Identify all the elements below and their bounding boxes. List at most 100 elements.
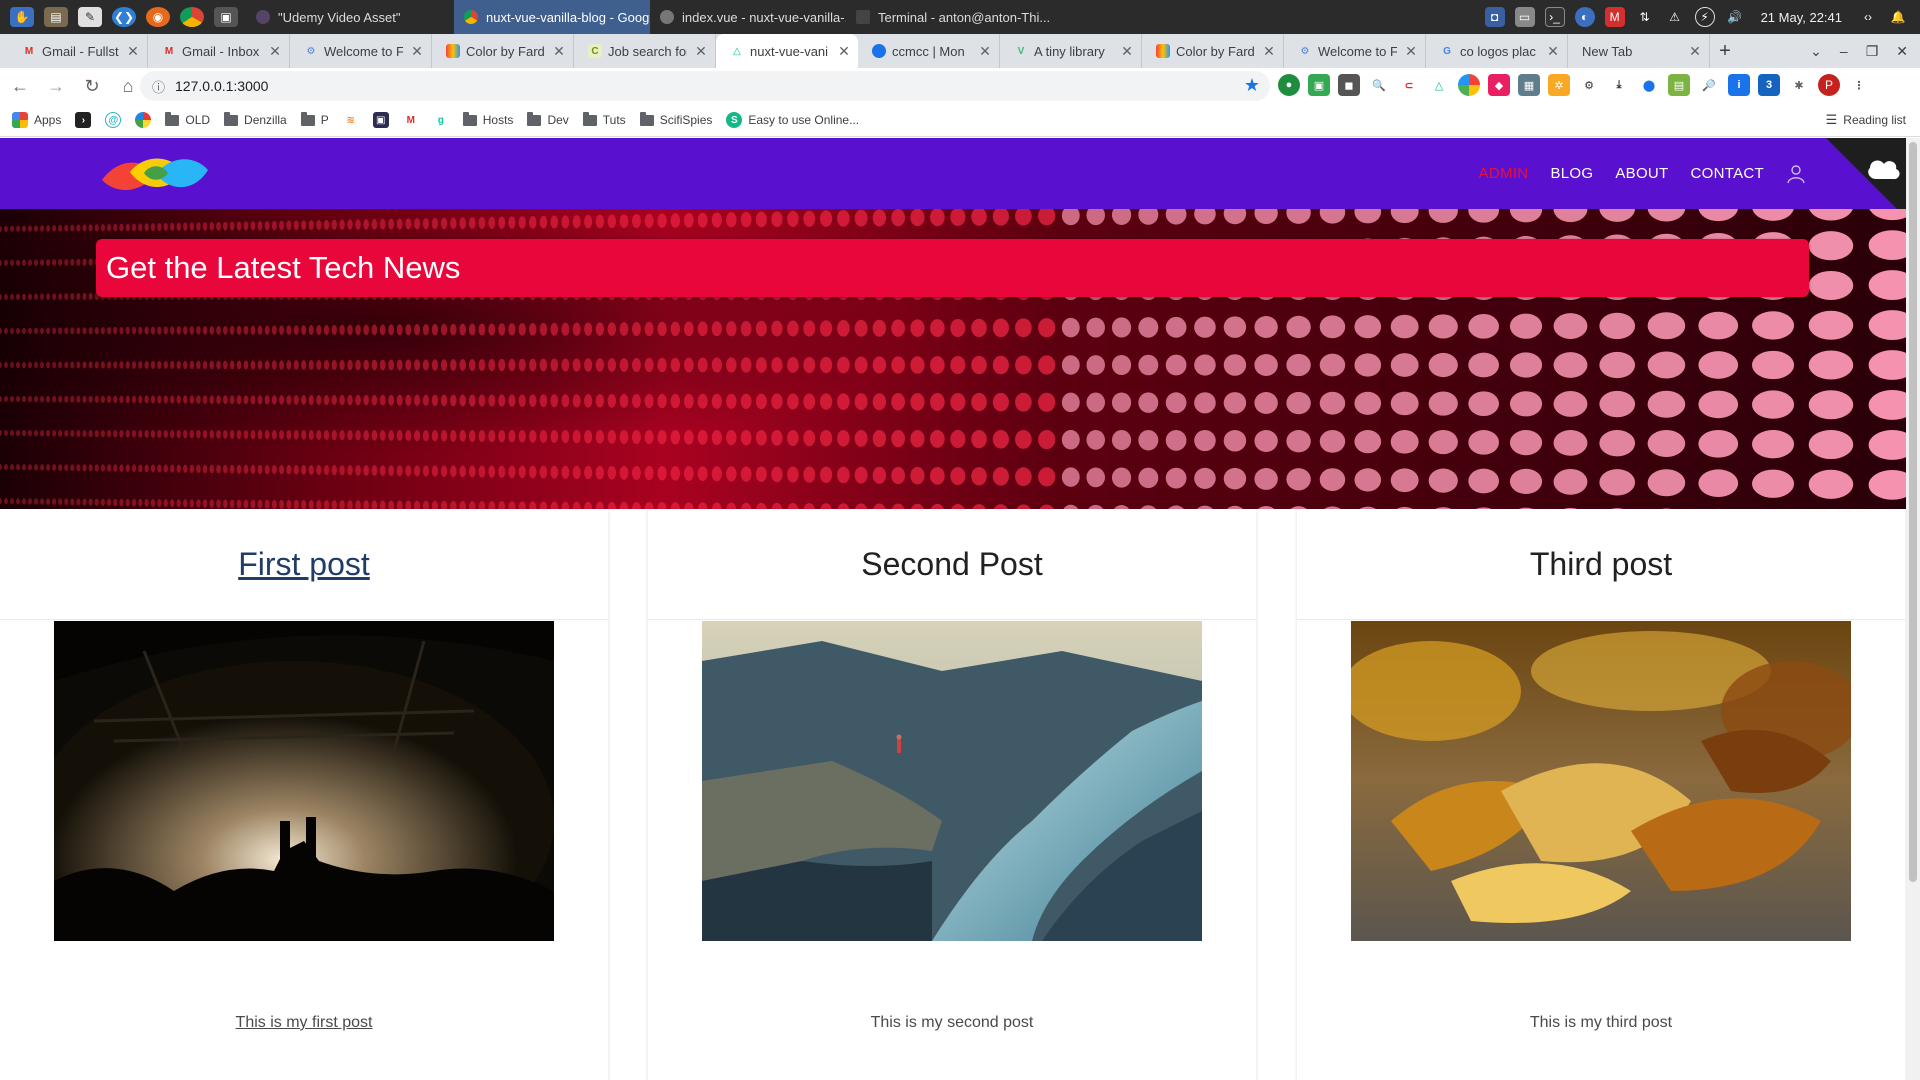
post-card[interactable]: First post This is my first post: [0, 509, 608, 1080]
tab-co-logos[interactable]: G co logos plac ✕: [1426, 34, 1568, 68]
corner-ribbon[interactable]: [1826, 138, 1906, 218]
extensions-puzzle-icon[interactable]: ✱: [1788, 74, 1810, 96]
extension-magnifier-icon[interactable]: 🔎: [1698, 74, 1720, 96]
post-thumbnail[interactable]: [702, 621, 1202, 941]
address-bar[interactable]: ⓘ 127.0.0.1:3000 ★: [140, 71, 1270, 101]
extension-off-icon[interactable]: ◼: [1338, 74, 1360, 96]
power-icon[interactable]: ⚡: [1694, 7, 1715, 27]
post-title[interactable]: Third post: [1297, 509, 1905, 620]
extension-info-icon[interactable]: i: [1728, 74, 1750, 96]
badge-icon[interactable]: ▣: [372, 112, 389, 128]
extension-gear-icon[interactable]: ✲: [1548, 74, 1570, 96]
firefox-icon[interactable]: ◉: [146, 7, 170, 27]
close-icon[interactable]: ✕: [1687, 43, 1703, 60]
close-icon[interactable]: ✕: [409, 43, 425, 60]
minimize-icon[interactable]: –: [1840, 43, 1848, 59]
reload-icon[interactable]: ↻: [76, 70, 108, 102]
file-manager-icon[interactable]: ▤: [44, 7, 68, 27]
nav-link-about[interactable]: ABOUT: [1615, 165, 1668, 182]
notification-bell-icon[interactable]: 🔔: [1888, 7, 1908, 27]
volume-icon[interactable]: 🔊: [1725, 7, 1745, 27]
display-icon[interactable]: ◘: [1484, 7, 1505, 27]
bookmark-folder-tuts[interactable]: Tuts: [582, 111, 626, 127]
close-icon[interactable]: ✕: [836, 43, 852, 60]
post-thumbnail[interactable]: [1351, 621, 1851, 941]
page-scrollbar[interactable]: [1906, 138, 1920, 1080]
screenshot-icon[interactable]: ▣: [214, 7, 238, 27]
close-window-icon[interactable]: ✕: [1896, 43, 1908, 60]
prompt-icon[interactable]: ›: [75, 112, 92, 128]
nav-link-blog[interactable]: BLOG: [1550, 165, 1593, 182]
extension-download-icon[interactable]: ⤓: [1608, 74, 1630, 96]
site-logo[interactable]: [100, 152, 210, 196]
back-icon[interactable]: ←: [4, 70, 36, 102]
nav-link-admin[interactable]: ADMIN: [1479, 165, 1529, 182]
extension-chat-icon[interactable]: ●: [1278, 74, 1300, 96]
post-title[interactable]: First post: [0, 509, 608, 620]
code-icon[interactable]: ‹›: [1858, 7, 1878, 27]
info-icon[interactable]: ⓘ: [152, 77, 165, 96]
post-card[interactable]: Second Post This is my second post: [648, 509, 1256, 1080]
bookmark-apps[interactable]: Apps: [12, 112, 61, 128]
close-icon[interactable]: ✕: [1261, 43, 1277, 60]
extension-grammar-icon[interactable]: ▣: [1308, 74, 1330, 96]
gmail-icon[interactable]: M: [402, 112, 419, 128]
taskbar-item-chrome[interactable]: nuxt-vue-vanilla-blog - Goog...: [454, 0, 650, 34]
editor-icon[interactable]: ✎: [78, 7, 102, 27]
swirl-icon[interactable]: @: [105, 112, 122, 128]
extension-tag-icon[interactable]: ◆: [1488, 74, 1510, 96]
g-icon[interactable]: g: [432, 112, 449, 128]
taskbar-item-terminal[interactable]: Terminal - anton@anton-Thi...: [846, 0, 1056, 34]
close-icon[interactable]: ✕: [693, 43, 709, 60]
bookmark-folder-dev[interactable]: Dev: [527, 111, 569, 127]
bookmark-easy-to-use[interactable]: S Easy to use Online...: [726, 112, 859, 128]
url-text[interactable]: 127.0.0.1:3000: [175, 78, 268, 94]
tab-new-tab[interactable]: New Tab ✕: [1568, 34, 1710, 68]
bookmark-folder-denzilla[interactable]: Denzilla: [224, 111, 287, 127]
vscode-icon[interactable]: ❮❯: [112, 7, 136, 27]
clock[interactable]: 21 May, 22:41: [1761, 10, 1842, 25]
github-icon[interactable]: ◐: [1574, 7, 1595, 27]
taskbar-item-udemy[interactable]: "Udemy Video Asset": [246, 0, 454, 34]
close-icon[interactable]: ✕: [125, 43, 141, 60]
bookmark-folder-old[interactable]: OLD: [165, 111, 210, 127]
close-icon[interactable]: ✕: [1119, 43, 1135, 60]
post-title[interactable]: Second Post: [648, 509, 1256, 620]
extension-grid-icon[interactable]: ▦: [1518, 74, 1540, 96]
post-thumbnail[interactable]: [54, 621, 554, 941]
bookmark-folder-scifispies[interactable]: ScifiSpies: [639, 111, 712, 127]
tab-tiny-library[interactable]: V A tiny library ✕: [1000, 34, 1142, 68]
mail-tray-icon[interactable]: M: [1604, 7, 1625, 27]
post-excerpt[interactable]: This is my third post: [1297, 1014, 1905, 1032]
bookmark-folder-p[interactable]: P: [300, 111, 329, 127]
extension-ring-icon[interactable]: [1458, 74, 1480, 96]
close-icon[interactable]: ✕: [977, 43, 993, 60]
scrollbar-thumb[interactable]: [1909, 142, 1917, 882]
close-icon[interactable]: ✕: [1403, 43, 1419, 60]
reading-list-button[interactable]: ☰ Reading list: [1826, 112, 1906, 128]
taskbar-item-vscode[interactable]: index.vue - nuxt-vue-vanilla-...: [650, 0, 846, 34]
user-icon[interactable]: [1786, 164, 1806, 184]
post-card[interactable]: Third post This is my third post: [1297, 509, 1905, 1080]
close-icon[interactable]: ✕: [551, 43, 567, 60]
tab-welcome-1[interactable]: ⚙ Welcome to F ✕: [290, 34, 432, 68]
extension-css-icon[interactable]: 3: [1758, 74, 1780, 96]
extension-search-icon[interactable]: 🔍: [1368, 74, 1390, 96]
tab-nuxt-blog[interactable]: △ nuxt-vue-vani ✕: [716, 34, 858, 68]
restore-icon[interactable]: ❐: [1866, 43, 1879, 60]
tab-ccmcc[interactable]: ccmcc | Mon ✕: [858, 34, 1000, 68]
nav-link-contact[interactable]: CONTACT: [1691, 165, 1764, 182]
dots-icon[interactable]: [135, 112, 152, 128]
close-icon[interactable]: ✕: [267, 43, 283, 60]
close-icon[interactable]: ✕: [1545, 43, 1561, 60]
terminal-tray-icon[interactable]: ›_: [1544, 7, 1565, 27]
tab-job-search[interactable]: C Job search for ✕: [574, 34, 716, 68]
tab-gmail-inbox[interactable]: M Gmail - Inbox ✕: [148, 34, 290, 68]
updates-icon[interactable]: ⚠: [1665, 7, 1685, 27]
tab-color-2[interactable]: Color by Fard ✕: [1142, 34, 1284, 68]
tab-gmail-fullstack[interactable]: M Gmail - Fullsta ✕: [8, 34, 148, 68]
stack-icon[interactable]: ≋: [342, 112, 359, 128]
folder-tray-icon[interactable]: ▭: [1514, 7, 1535, 27]
extension-red-icon[interactable]: ⊂: [1398, 74, 1420, 96]
system-menu-icon[interactable]: ✋: [10, 7, 34, 27]
